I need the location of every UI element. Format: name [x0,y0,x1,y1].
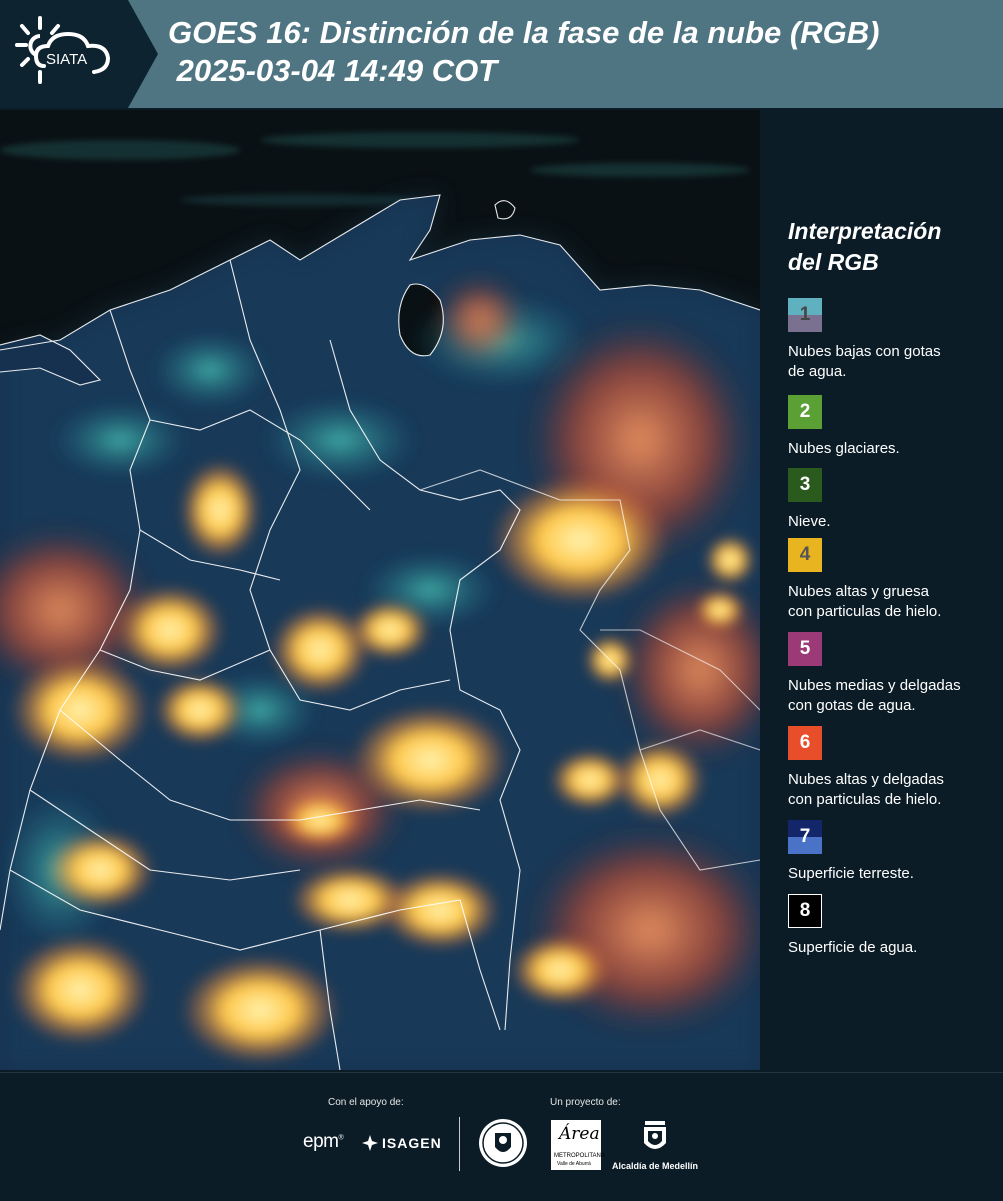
isagen-logo: ISAGEN [382,1135,442,1151]
area-logo-sub: METROPOLITANA [554,1153,605,1159]
legend-label: Nubes altas y gruesa con particulas de h… [788,582,998,622]
legend-item-1: 1 Nubes bajas con gotas de agua. [788,298,998,382]
legend-label: Nubes medias y delgadas con gotas de agu… [788,676,998,716]
legend-number: 6 [799,732,811,753]
legend-label: Nieve. [788,513,831,530]
satellite-image [0,110,760,1070]
legend-label: Superficie terreste. [788,865,914,882]
legend-number: 1 [799,304,811,325]
legend-number: 3 [799,474,811,495]
legend-number: 2 [799,401,811,422]
siata-logo-icon: SIATA [15,16,111,84]
legend-panel: Interpretación del RGB 1 Nubes bajas con… [762,110,1003,1070]
legend-swatch-6: 6 [788,726,822,760]
project-label: Un proyecto de: [550,1097,621,1108]
legend-swatch-2: 2 [788,395,822,429]
legend-label-line-2: con particulas de hielo. [788,791,942,808]
university-seal-icon [479,1119,527,1167]
page-title: GOES 16: Distinción de la fase de la nub… [168,14,879,90]
legend-label: Nubes glaciares. [788,440,900,457]
legend-swatch-7: 7 [788,820,822,854]
legend-swatch-5: 5 [788,632,822,666]
area-logo-sub2: Valle de Aburrá [557,1161,591,1167]
legend-label-line-1: Nubes altas y delgadas [788,771,944,788]
legend-label: Superficie de agua. [788,939,918,956]
footer-bar: Con el apoyo de: Un proyecto de: epm® IS… [0,1072,1003,1201]
legend-title-line-2: del RGB [788,249,879,275]
area-metropolitana-logo: Área METROPOLITANA Valle de Aburrá [551,1120,605,1170]
legend-item-5: 5 Nubes medias y delgadas con gotas de a… [788,632,998,716]
legend-label-line-1: Nubes medias y delgadas [788,677,961,694]
epm-logo: epm® [303,1131,344,1152]
svg-text:SIATA: SIATA [46,51,87,68]
legend-label-line-2: de agua. [788,363,847,380]
logo-panel: SIATA [0,0,128,108]
footer-divider [459,1117,460,1171]
legend-item-8: 8 Superficie de agua. [788,894,998,958]
support-label: Con el apoyo de: [328,1097,404,1108]
area-logo-script: Área [559,1124,600,1144]
legend-swatch-1: 1 [788,298,822,332]
legend-label-line-1: Nubes bajas con gotas [788,343,941,360]
legend-swatch-3: 3 [788,468,822,502]
alcaldia-label: Alcaldía de Medellín [612,1161,699,1171]
header-bar: SIATA GOES 16: Distinción de la fase de … [0,0,1003,108]
epm-logo-text: epm [303,1131,339,1152]
title-line-2: 2025-03-04 14:49 COT [168,53,498,88]
legend-item-3: 3 Nieve. [788,468,998,532]
legend-number: 8 [799,900,811,921]
legend-title-line-1: Interpretación [788,218,942,244]
legend-label: Nubes altas y delgadas con particulas de… [788,770,998,810]
legend-label-line-2: con gotas de agua. [788,697,916,714]
legend-number: 5 [799,638,811,659]
logo-arrow-shape [128,0,158,108]
legend-item-6: 6 Nubes altas y delgadas con particulas … [788,726,998,810]
legend-label-line-1: Nubes altas y gruesa [788,583,929,600]
title-line-1: GOES 16: Distinción de la fase de la nub… [168,15,880,50]
legend-swatch-4: 4 [788,538,822,572]
legend-label-line-2: con particulas de hielo. [788,603,942,620]
legend-swatch-8: 8 [788,894,822,928]
legend-label: Nubes bajas con gotas de agua. [788,342,998,382]
legend-item-2: 2 Nubes glaciares. [788,395,998,459]
legend-item-4: 4 Nubes altas y gruesa con particulas de… [788,538,998,622]
legend-item-7: 7 Superficie terreste. [788,820,998,884]
satellite-map [0,110,760,1070]
legend-number: 7 [799,826,811,847]
legend-title: Interpretación del RGB [788,216,941,278]
isagen-star-icon [362,1135,378,1151]
legend-number: 4 [799,544,811,565]
medellin-shield-icon [644,1121,666,1149]
